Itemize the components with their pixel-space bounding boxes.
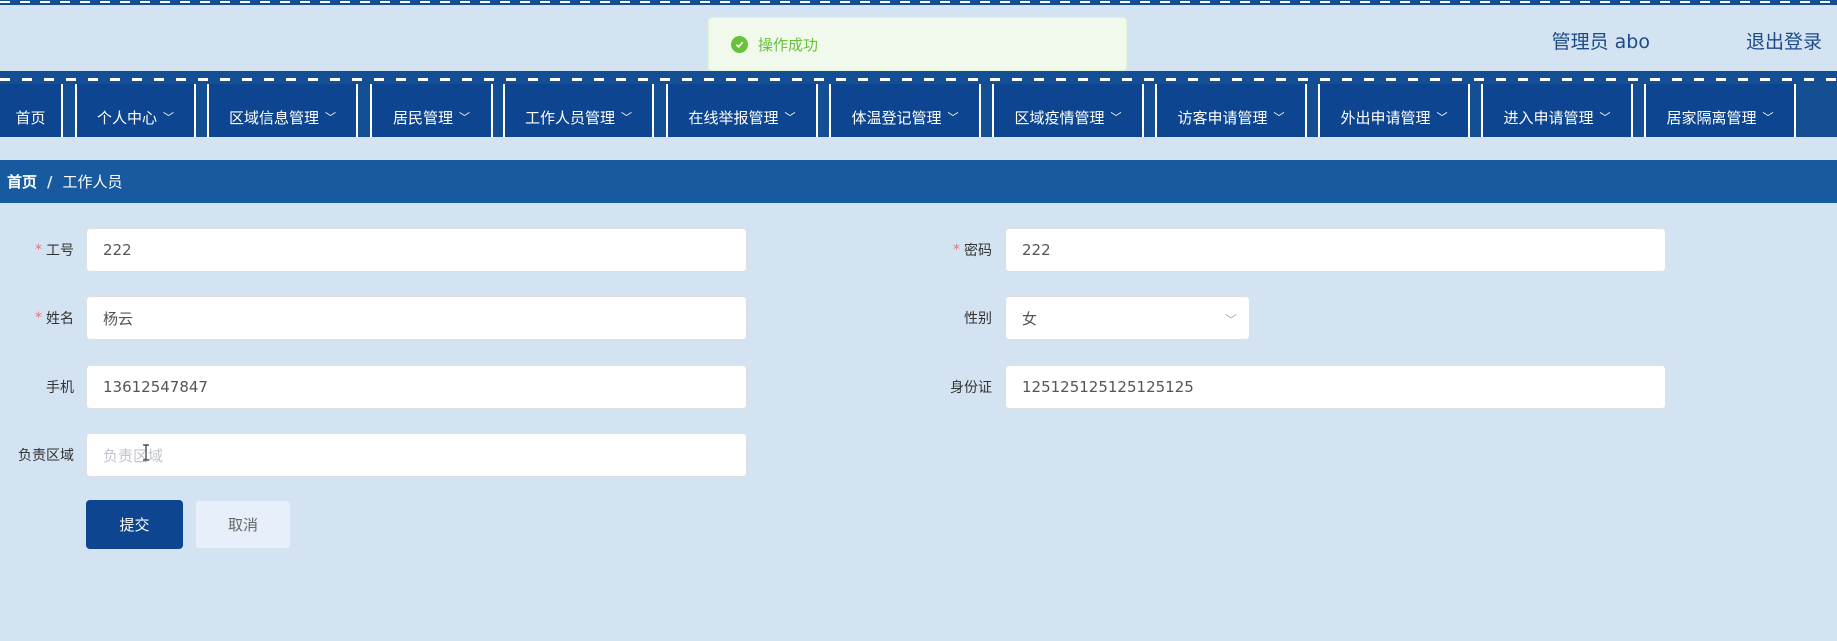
nav-item-label: 区域信息管理	[228, 109, 319, 127]
chevron-down-icon: ﹀	[325, 110, 336, 124]
success-toast: 操作成功	[708, 17, 1127, 71]
chevron-down-icon: ﹀	[947, 110, 959, 124]
label-xingming: * 姓名	[35, 310, 74, 327]
nav-item-label: 外出申请管理	[1340, 109, 1431, 127]
nav-item-go-out[interactable]: 外出申请管理 ﹀	[1318, 84, 1470, 137]
label-shenfenzheng: 身份证	[950, 380, 992, 396]
nav-item-visitor[interactable]: 访客申请管理 ﹀	[1155, 84, 1307, 137]
breadcrumb-home[interactable]: 首页	[7, 171, 37, 192]
label-shouji: 手机	[46, 380, 74, 396]
cancel-button[interactable]: 取消	[195, 500, 291, 549]
toast-message: 操作成功	[758, 35, 819, 54]
label-quyu: 负责区域	[18, 448, 74, 464]
nav-item-label: 居民管理	[392, 109, 453, 127]
nav-item-label: 体温登记管理	[851, 109, 942, 127]
area-input[interactable]: 负责区域	[86, 433, 747, 477]
chevron-down-icon: ﹀	[1224, 313, 1237, 327]
label-xingbie: 性别	[964, 311, 992, 327]
chevron-down-icon: ﹀	[621, 110, 632, 124]
nav-item-quarantine[interactable]: 居家隔离管理 ﹀	[1644, 84, 1796, 137]
nav-item-label: 区域疫情管理	[1014, 109, 1105, 127]
header: 操作成功 管理员 abo 退出登录	[0, 5, 1837, 71]
chevron-down-icon: ﹀	[1762, 110, 1774, 124]
nav-item-temperature[interactable]: 体温登记管理 ﹀	[829, 84, 981, 137]
label-gonghao: * 工号	[35, 242, 74, 259]
gender-select[interactable]: 女 ﹀	[1005, 296, 1250, 340]
nav-item-epidemic[interactable]: 区域疫情管理 ﹀	[992, 84, 1144, 137]
nav-item-label: 首页	[15, 109, 46, 127]
nav-item-label: 个人中心	[96, 109, 157, 127]
chevron-down-icon: ﹀	[1273, 110, 1285, 124]
chevron-down-icon: ﹀	[1110, 110, 1122, 124]
nav-item-online-report[interactable]: 在线举报管理 ﹀	[666, 84, 818, 137]
chevron-down-icon: ﹀	[1599, 110, 1611, 124]
nav-item-label: 在线举报管理	[688, 109, 779, 127]
nav-item-entry[interactable]: 进入申请管理 ﹀	[1481, 84, 1633, 137]
nav-spacer	[0, 137, 1837, 159]
nav-item-personal-center[interactable]: 个人中心 ﹀	[75, 84, 196, 137]
chevron-down-icon: ﹀	[459, 110, 470, 124]
label-mima: * 密码	[953, 242, 992, 259]
breadcrumb-separator: /	[47, 172, 53, 191]
chevron-down-icon: ﹀	[784, 110, 796, 124]
nav-item-label: 进入申请管理	[1503, 109, 1594, 127]
nav-item-residents[interactable]: 居民管理 ﹀	[370, 84, 493, 137]
main-nav: 首页 个人中心 ﹀ 区域信息管理 ﹀ 居民管理 ﹀ 工作人员管理 ﹀ 在线举报管理 ﹀ 体…	[0, 71, 1837, 137]
password-input[interactable]: 222	[1005, 228, 1666, 272]
chevron-down-icon: ﹀	[1436, 110, 1448, 124]
nav-item-label: 居家隔离管理	[1666, 109, 1757, 127]
nav-item-label: 访客申请管理	[1177, 109, 1268, 127]
nav-item-area-info[interactable]: 区域信息管理 ﹀	[207, 84, 358, 137]
chevron-down-icon: ﹀	[163, 110, 174, 124]
logout-link[interactable]: 退出登录	[1746, 27, 1822, 54]
submit-button[interactable]: 提交	[86, 500, 183, 549]
nav-item-label: 工作人员管理	[524, 109, 615, 127]
breadcrumb: 首页 / 工作人员	[0, 160, 1837, 203]
gonghao-input[interactable]: 222	[86, 228, 747, 272]
name-input[interactable]: 杨云	[86, 296, 747, 340]
id-card-input[interactable]: 125125125125125125	[1005, 365, 1666, 409]
text-cursor-icon	[143, 444, 149, 461]
current-user: 管理员 abo	[1551, 31, 1650, 53]
required-marker: *	[953, 242, 960, 258]
check-circle-icon	[731, 35, 748, 53]
nav-item-staff[interactable]: 工作人员管理 ﹀	[503, 84, 654, 137]
nav-item-home[interactable]: 首页	[0, 84, 63, 137]
required-marker: *	[35, 242, 42, 258]
phone-input[interactable]: 13612547847	[86, 365, 747, 409]
required-marker: *	[35, 310, 42, 326]
breadcrumb-current: 工作人员	[62, 173, 123, 191]
